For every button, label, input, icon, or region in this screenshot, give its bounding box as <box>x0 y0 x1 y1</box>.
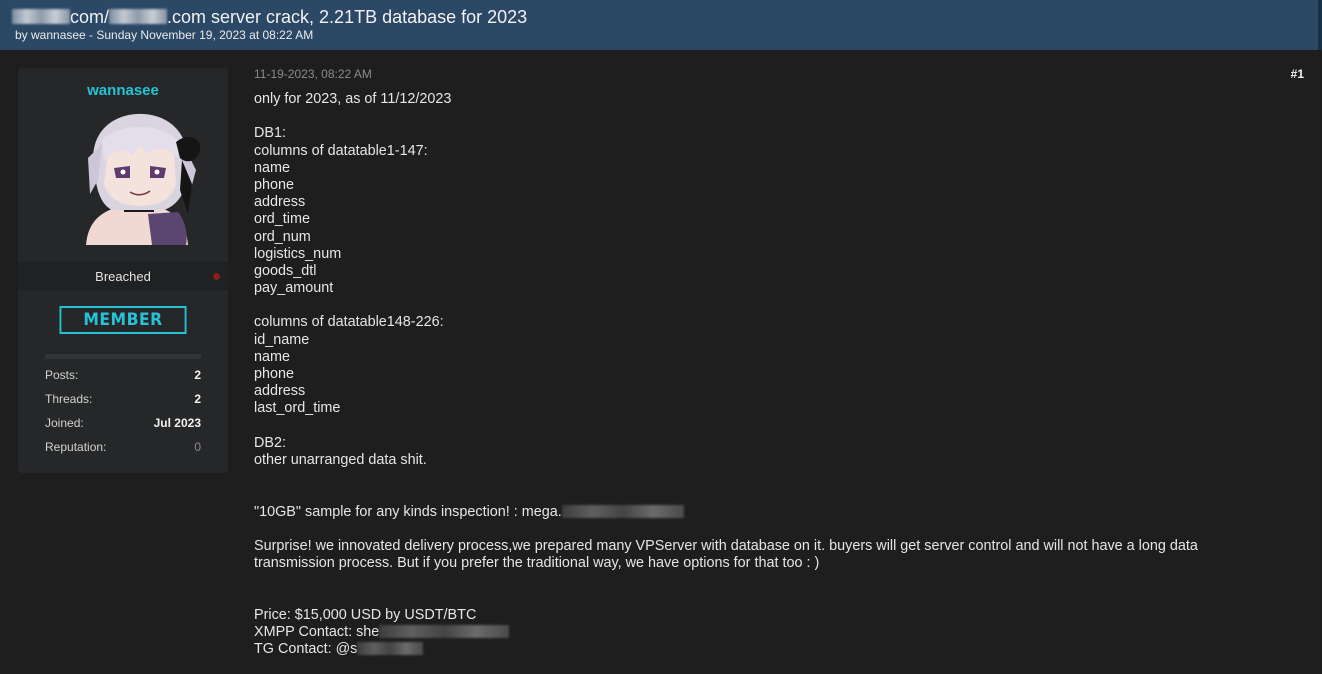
member-badge: MEMBER <box>59 306 187 334</box>
stat-posts: Posts: 2 <box>45 368 201 382</box>
post-body: only for 2023, as of 11/12/2023 DB1: col… <box>254 91 1274 658</box>
post-line: "10GB" sample for any kinds inspection! … <box>254 504 1274 521</box>
post-date: 11-19-2023, 08:22 AM <box>254 67 372 81</box>
user-profile-card: wannasee Breached MEMBER Posts: 2 Thread… <box>18 68 228 473</box>
stat-reputation: Reputation: 0 <box>45 440 201 454</box>
post-line: other unarranged data shit. <box>254 451 427 468</box>
post-number-link[interactable]: #1 <box>1291 67 1304 81</box>
post-line: ord_time <box>254 211 310 228</box>
post-line: columns of datatable1-147: <box>254 142 428 159</box>
post-line: address <box>254 383 306 400</box>
avatar[interactable] <box>68 110 208 245</box>
stats-divider <box>45 354 201 359</box>
stat-threads: Threads: 2 <box>45 392 201 406</box>
forum-page: com/.com server crack, 2.21TB database f… <box>0 0 1322 674</box>
post-line: name <box>254 159 290 176</box>
post-line: phone <box>254 366 295 382</box>
user-rank: Breached <box>95 269 151 284</box>
post-line: DB1: <box>254 125 286 142</box>
post-paragraph: Surprise! we innovated delivery process,… <box>254 537 1198 572</box>
post-line: XMPP Contact: she <box>254 624 1274 641</box>
user-rank-bar: Breached <box>18 262 228 290</box>
post-line: Price: $15,000 USD by USDT/BTC <box>254 606 477 623</box>
post-line: last_ord_time <box>254 400 341 417</box>
post-line: phone <box>254 176 295 193</box>
redacted-contact <box>379 624 510 638</box>
post-line: goods_dtl <box>254 262 317 279</box>
post-line: address <box>254 194 306 211</box>
redacted-domain <box>109 9 168 24</box>
post-line: pay_amount <box>254 280 334 297</box>
post-line: DB2: <box>254 434 286 451</box>
post: wannasee Breached MEMBER Posts: 2 Thread… <box>0 50 1318 674</box>
post-line: only for 2023, as of 11/12/2023 <box>254 91 452 107</box>
post-line: name <box>254 348 290 365</box>
thread-header: com/.com server crack, 2.21TB database f… <box>0 0 1322 50</box>
post-line: TG Contact: @s <box>254 641 1274 658</box>
thread-title[interactable]: com/.com server crack, 2.21TB database f… <box>12 7 527 28</box>
post-line: ord_num <box>254 228 311 245</box>
redacted-link[interactable] <box>561 504 684 518</box>
post-line: columns of datatable148-226: <box>254 314 444 331</box>
post-line: id_name <box>254 331 310 348</box>
redacted-contact <box>357 642 424 656</box>
offline-status-icon <box>213 273 220 280</box>
redacted-domain <box>12 9 70 24</box>
thread-byline: by wannasee - Sunday November 19, 2023 a… <box>15 28 314 42</box>
username-link[interactable]: wannasee <box>18 82 228 99</box>
post-line: logistics_num <box>254 245 342 262</box>
stat-joined: Joined: Jul 2023 <box>45 416 201 430</box>
